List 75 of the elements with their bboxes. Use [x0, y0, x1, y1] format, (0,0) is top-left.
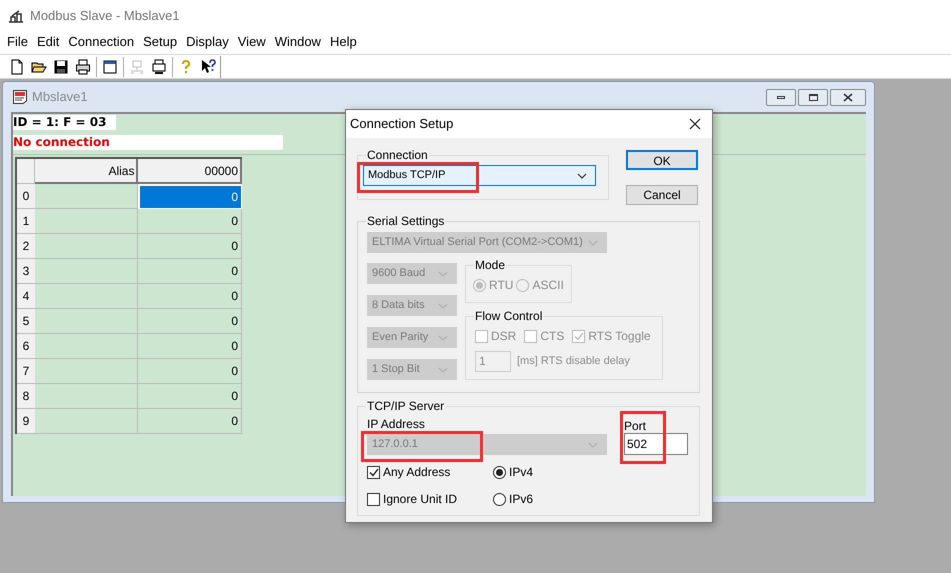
ok-button[interactable]: OK	[626, 150, 698, 170]
group-label: Mode	[474, 258, 506, 272]
row-header: 1	[17, 209, 35, 234]
group-label: Flow Control	[474, 309, 544, 323]
close-button[interactable]	[830, 88, 866, 106]
chevron-down-icon	[588, 442, 598, 448]
checkbox-label: Ignore Unit ID	[383, 491, 458, 508]
menu-item[interactable]: Display	[183, 33, 232, 51]
ip-address-label: IP Address	[367, 417, 426, 431]
child-window-title: Mbslave1	[32, 88, 88, 106]
value-cell[interactable]: 0	[138, 409, 242, 434]
menu-item[interactable]: File	[4, 33, 31, 51]
delay-label: [ms] RTS disable delay	[517, 354, 630, 370]
value-cell[interactable]: 0	[138, 334, 242, 359]
value-cell[interactable]: 0	[138, 259, 242, 284]
value-cell[interactable]: 0	[138, 309, 242, 334]
value-cell[interactable]: 0	[138, 359, 242, 384]
group-label: Serial Settings	[366, 214, 446, 228]
checkbox[interactable]	[367, 466, 380, 478]
row-header: 6	[17, 334, 35, 359]
slave-id-label: ID = 1: F = 03	[13, 115, 106, 130]
radio-label: RTU	[489, 277, 514, 294]
radio-button[interactable]	[493, 466, 506, 478]
column-header: 00000	[138, 159, 242, 184]
value-cell[interactable]: 0	[138, 384, 242, 409]
checkbox-label: CTS	[540, 328, 564, 345]
value-cell[interactable]: 0	[138, 234, 242, 259]
column-header: Alias	[34, 159, 138, 184]
radio-label: ASCII	[532, 277, 564, 294]
window-title: Modbus Slave - Mbslave1	[30, 7, 180, 26]
row-header: 8	[17, 384, 35, 409]
port-label: Port	[624, 419, 648, 433]
port-field[interactable]: 502	[624, 433, 688, 455]
checkbox-label: RTS Toggle	[588, 328, 651, 345]
radio-label: IPv4	[509, 464, 534, 481]
chevron-down-icon	[438, 302, 448, 308]
chevron-down-icon	[438, 366, 448, 372]
chevron-down-icon	[438, 334, 448, 340]
minimize-button[interactable]	[766, 88, 796, 106]
row-header: 7	[17, 359, 35, 384]
value-cell[interactable]: 0	[138, 284, 242, 309]
checkbox-label: DSR	[491, 328, 516, 345]
value-cell[interactable]: 0	[138, 209, 242, 234]
chevron-down-icon	[577, 172, 587, 178]
row-header: 4	[17, 284, 35, 309]
row-header: 9	[17, 409, 35, 434]
document-icon	[12, 89, 28, 105]
radio-button[interactable]	[493, 492, 506, 506]
row-header: 2	[17, 234, 35, 259]
app-icon	[8, 9, 24, 23]
menu-item[interactable]: Edit	[34, 33, 62, 51]
radio-label: IPv6	[509, 491, 534, 508]
checkbox[interactable]	[367, 492, 380, 506]
connection-status: No connection	[13, 135, 110, 150]
checkbox-label: Any Address	[383, 464, 450, 481]
chevron-down-icon	[438, 270, 448, 276]
row-header: 5	[17, 309, 35, 334]
menu-item[interactable]: View	[234, 33, 269, 51]
row-header: 3	[17, 259, 35, 284]
menu-item[interactable]: Help	[326, 33, 360, 51]
menu-item[interactable]: Window	[272, 33, 324, 51]
row-header: 0	[17, 184, 35, 209]
dialog-title: Connection Setup	[350, 115, 454, 134]
connection-dropdown[interactable]: Modbus TCP/IP	[363, 165, 596, 186]
value-cell[interactable]: 0	[138, 184, 242, 209]
restore-button[interactable]	[798, 88, 828, 106]
group-label: TCP/IP Server	[366, 399, 446, 413]
menu-item[interactable]: Setup	[140, 33, 180, 51]
close-icon	[843, 92, 853, 102]
cancel-button[interactable]: Cancel	[626, 185, 698, 205]
menu-item[interactable]: Connection	[65, 33, 138, 51]
corner-header	[17, 159, 35, 184]
close-button[interactable]	[688, 117, 702, 131]
group-label: Connection	[366, 148, 429, 162]
chevron-down-icon	[588, 240, 598, 246]
